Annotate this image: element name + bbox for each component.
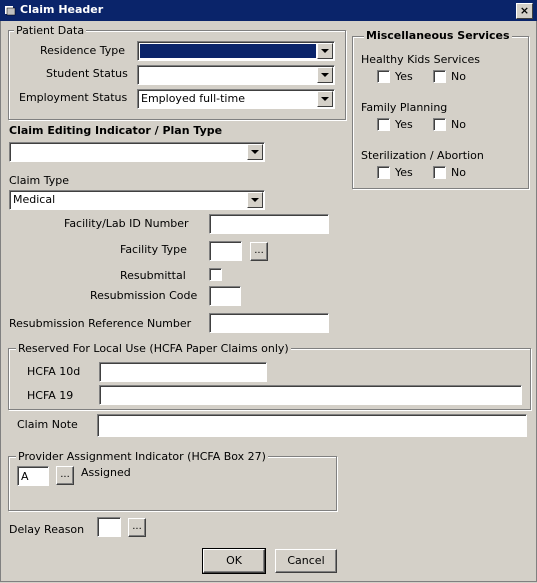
family-planning-label: Family Planning [361, 101, 448, 114]
healthy-kids-no-checkbox[interactable] [433, 70, 446, 83]
ok-button[interactable]: OK [202, 548, 266, 574]
delay-reason-label: Delay Reason [9, 523, 85, 536]
title-bar: Claim Header × [0, 0, 537, 21]
residence-type-select[interactable] [137, 41, 335, 61]
chevron-down-icon[interactable] [317, 43, 333, 59]
chevron-down-icon[interactable] [317, 67, 333, 83]
delay-reason-input[interactable] [97, 517, 121, 537]
healthy-kids-yes-checkbox[interactable] [377, 70, 390, 83]
facility-id-label: Facility/Lab ID Number [64, 217, 189, 230]
hcfa-19-input[interactable] [99, 385, 522, 405]
close-button[interactable]: × [516, 3, 533, 19]
hcfa-19-label: HCFA 19 [27, 389, 74, 402]
claim-type-select[interactable]: Medical [9, 190, 265, 210]
resubmission-code-label: Resubmission Code [90, 289, 198, 302]
resubmittal-label: Resubmittal [120, 269, 186, 282]
hcfa-10d-label: HCFA 10d [27, 365, 81, 378]
healthy-kids-yes-label: Yes [395, 70, 413, 83]
claim-note-input[interactable] [97, 414, 527, 437]
chevron-down-icon[interactable] [247, 144, 263, 160]
window-title: Claim Header [20, 3, 104, 16]
resubmittal-checkbox[interactable] [209, 268, 222, 281]
claim-type-label: Claim Type [9, 174, 70, 187]
provider-assignment-lookup-button[interactable]: ... [56, 466, 74, 485]
student-status-label: Student Status [46, 67, 128, 80]
chevron-down-icon[interactable] [247, 192, 263, 208]
family-planning-no-label: No [451, 118, 466, 131]
residence-type-label: Residence Type [40, 44, 126, 57]
healthy-kids-label: Healthy Kids Services [361, 53, 480, 66]
provider-assignment-legend: Provider Assignment Indicator (HCFA Box … [16, 450, 268, 463]
sterilization-yes-label: Yes [395, 166, 413, 179]
employment-status-select[interactable]: Employed full-time [137, 89, 335, 109]
sterilization-no-checkbox[interactable] [433, 166, 446, 179]
provider-assignment-input[interactable]: A [17, 466, 49, 486]
sterilization-yes-checkbox[interactable] [377, 166, 390, 179]
provider-assignment-value: A [21, 470, 29, 483]
claim-type-value: Medical [13, 193, 56, 206]
chevron-down-icon[interactable] [317, 91, 333, 107]
close-icon: × [519, 4, 530, 17]
resubmission-code-input[interactable] [209, 286, 241, 306]
facility-type-lookup-button[interactable]: ... [250, 242, 268, 261]
claim-note-label: Claim Note [17, 418, 78, 431]
patient-data-legend: Patient Data [14, 24, 87, 37]
family-planning-no-checkbox[interactable] [433, 118, 446, 131]
facility-type-label: Facility Type [120, 243, 187, 256]
facility-type-input[interactable] [209, 241, 242, 261]
student-status-select[interactable] [137, 65, 335, 85]
claim-editing-label: Claim Editing Indicator / Plan Type [9, 124, 223, 137]
employment-status-label: Employment Status [19, 91, 128, 104]
family-planning-yes-label: Yes [395, 118, 413, 131]
delay-reason-lookup-button[interactable]: ... [128, 518, 146, 537]
hcfa-10d-input[interactable] [99, 362, 267, 382]
family-planning-yes-checkbox[interactable] [377, 118, 390, 131]
claim-editing-select[interactable] [9, 142, 265, 162]
local-use-legend: Reserved For Local Use (HCFA Paper Claim… [16, 342, 291, 355]
sterilization-label: Sterilization / Abortion [361, 149, 484, 162]
selection-highlight [139, 43, 317, 59]
facility-id-input[interactable] [209, 214, 329, 234]
healthy-kids-no-label: No [451, 70, 466, 83]
resubmission-ref-input[interactable] [209, 313, 329, 333]
misc-services-legend: Miscellaneous Services [364, 29, 512, 42]
cancel-button[interactable]: Cancel [275, 549, 337, 573]
app-icon [5, 6, 16, 16]
sterilization-no-label: No [451, 166, 466, 179]
resubmission-ref-label: Resubmission Reference Number [9, 317, 192, 330]
employment-status-value: Employed full-time [141, 92, 245, 105]
provider-assignment-description: Assigned [81, 466, 131, 479]
